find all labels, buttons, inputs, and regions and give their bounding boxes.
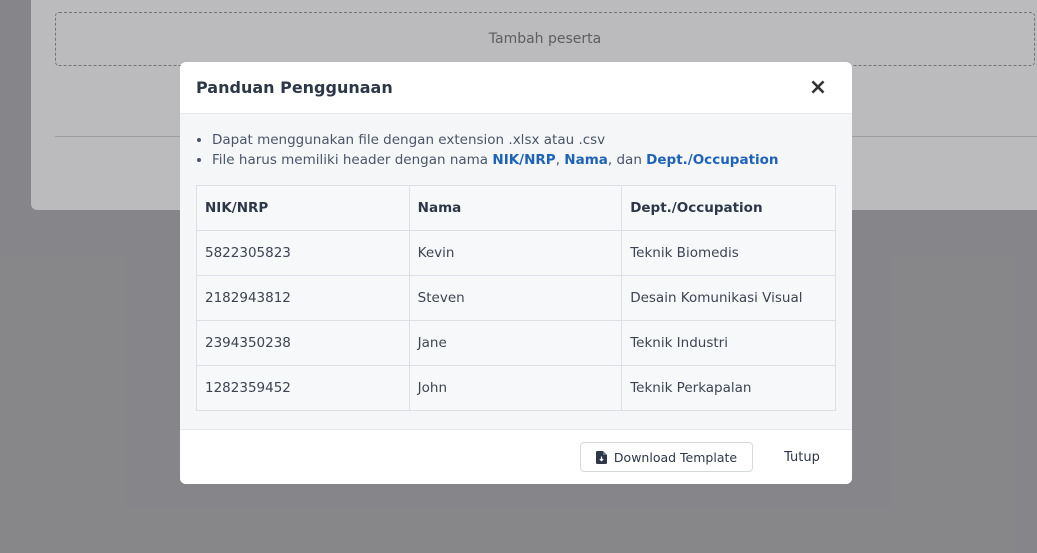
table-cell: Jane	[408, 320, 623, 366]
column-header: NIK/NRP	[196, 185, 410, 231]
guide-separator: , dan	[607, 152, 647, 168]
table-cell: Teknik Perkapalan	[621, 365, 836, 411]
table-cell: Desain Komunikasi Visual	[621, 275, 836, 321]
guide-item-extension: Dapat menggunakan file dengan extension …	[212, 130, 836, 150]
guide-text: Dapat menggunakan file dengan extension …	[212, 132, 606, 148]
table-cell: Kevin	[408, 230, 623, 276]
table-cell: Teknik Industri	[621, 320, 836, 366]
sample-table: NIK/NRP Nama Dept./Occupation 5822305823…	[196, 185, 836, 411]
header-name-nik: NIK/NRP	[492, 152, 556, 168]
table-cell: 1282359452	[196, 365, 410, 411]
modal-title: Panduan Penggunaan	[196, 78, 393, 97]
table-cell: Teknik Biomedis	[621, 230, 836, 276]
table-row: 2394350238 Jane Teknik Industri	[196, 320, 836, 366]
download-template-label: Download Template	[613, 449, 738, 465]
guide-text: File harus memiliki header dengan nama	[212, 152, 493, 168]
table-row: 1282359452 John Teknik Perkapalan	[196, 365, 836, 411]
guide-separator: ,	[555, 152, 565, 168]
modal-footer: Download Template Tutup	[180, 429, 852, 484]
column-header: Nama	[408, 185, 623, 231]
header-name-nama: Nama	[564, 152, 608, 168]
column-header: Dept./Occupation	[621, 185, 836, 231]
header-name-dept: Dept./Occupation	[646, 152, 779, 168]
modal-body: Dapat menggunakan file dengan extension …	[180, 114, 852, 429]
table-row: 5822305823 Kevin Teknik Biomedis	[196, 230, 836, 276]
file-download-icon	[595, 450, 607, 464]
table-cell: 2182943812	[196, 275, 410, 321]
table-row: 2182943812 Steven Desain Komunikasi Visu…	[196, 275, 836, 321]
usage-guide-modal: Panduan Penggunaan × Dapat menggunakan f…	[180, 62, 852, 484]
table-header-row: NIK/NRP Nama Dept./Occupation	[196, 185, 836, 231]
table-cell: 2394350238	[196, 320, 410, 366]
close-modal-button[interactable]: Tutup	[772, 442, 832, 472]
table-cell: 5822305823	[196, 230, 410, 276]
table-cell: John	[408, 365, 623, 411]
guide-item-header: File harus memiliki header dengan nama N…	[212, 150, 836, 170]
close-icon: ×	[808, 75, 828, 100]
download-template-button[interactable]: Download Template	[580, 442, 753, 472]
modal-header: Panduan Penggunaan ×	[180, 62, 852, 114]
guide-list: Dapat menggunakan file dengan extension …	[196, 130, 836, 170]
close-button[interactable]: ×	[806, 76, 830, 100]
table-cell: Steven	[408, 275, 623, 321]
